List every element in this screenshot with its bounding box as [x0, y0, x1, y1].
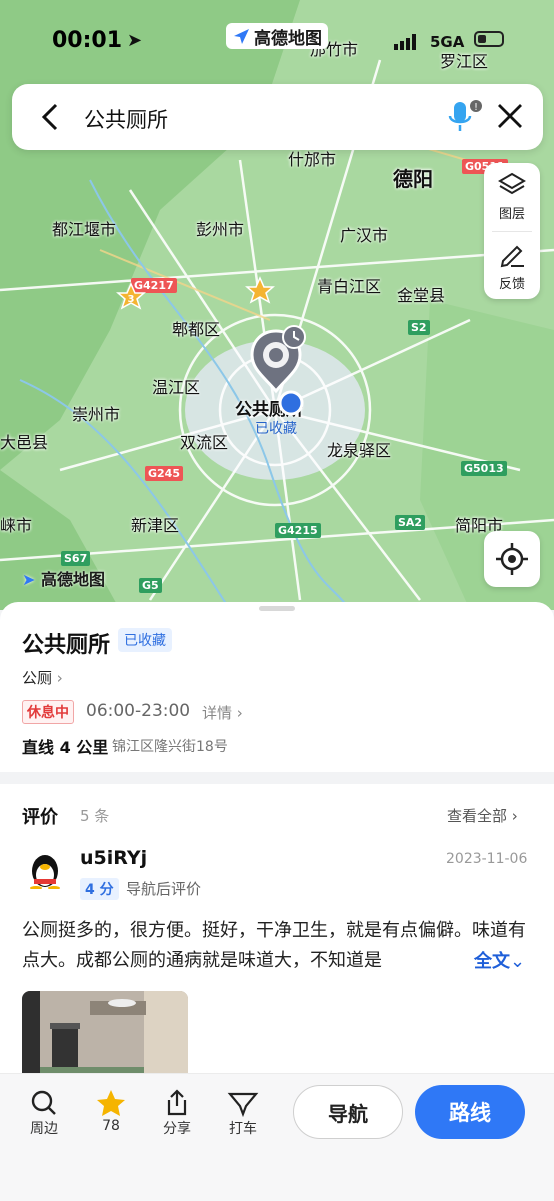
map-label: 温江区 — [152, 378, 201, 397]
road-badge: G5 — [139, 578, 162, 593]
poi-saved-label: 已收藏 — [255, 421, 297, 437]
signal-icon — [394, 34, 416, 50]
road-badge: S67 — [61, 551, 91, 566]
edit-feedback-icon — [500, 245, 524, 268]
review-text: 公厕挺多的，很方便。挺好，干净卫生，就是有点偏僻。味道有点大。成都公厕的通病就是… — [22, 920, 526, 971]
location-arrow-icon: ➤ — [127, 30, 143, 51]
distance: 直线 4 公里 — [22, 738, 109, 757]
sheet-drag-handle[interactable] — [259, 606, 295, 611]
place-title: 公共厕所 — [22, 633, 111, 658]
status-badge: 休息中 — [22, 700, 74, 724]
chevron-right-icon: › — [56, 669, 63, 687]
feedback-button[interactable]: 反馈 — [484, 241, 540, 292]
address[interactable]: 锦江区隆兴街18号 — [112, 736, 228, 756]
map-label: 彭州市 — [196, 220, 245, 239]
review-photo[interactable] — [22, 991, 188, 1081]
review-photo-image — [22, 991, 188, 1081]
share-tab[interactable]: 分享 — [155, 1088, 199, 1138]
map-label: 崃市 — [0, 516, 33, 535]
road-badge: SA2 — [395, 515, 426, 530]
reviews-count: 5 条 — [80, 807, 110, 825]
status-bar: 00:01 ➤ 高德地图 5GA — [0, 0, 554, 80]
nearby-tab[interactable]: 周边 — [22, 1088, 66, 1138]
search-query[interactable]: 公共厕所 — [84, 104, 168, 134]
avatar[interactable] — [26, 851, 64, 889]
amap-logo-icon — [234, 29, 249, 44]
road-badge: G245 — [145, 466, 183, 481]
taxi-tab[interactable]: 打车 — [221, 1088, 265, 1138]
chevron-right-icon: › — [236, 704, 243, 722]
poi-pin-icon[interactable] — [250, 325, 310, 395]
map-label: 广汉市 — [340, 226, 389, 245]
hours-details-link[interactable]: 详情 › — [202, 702, 243, 723]
map-label: 新津区 — [131, 516, 180, 535]
divider — [492, 231, 532, 232]
expand-review-link[interactable]: 全文⌄ — [474, 947, 526, 973]
star-icon — [97, 1090, 125, 1116]
map-label: 郫都区 — [172, 320, 221, 339]
map-side-controls: 图层 反馈 — [484, 163, 540, 299]
current-location-icon — [278, 390, 304, 416]
map-label: 都江堰市 — [52, 220, 117, 239]
crosshair-icon — [496, 543, 528, 575]
road-badge: G5013 — [461, 461, 507, 476]
rating-marker-icon[interactable]: 3 — [116, 282, 146, 310]
chevron-down-icon: ⌄ — [510, 951, 526, 972]
reviews-title: 评价 — [22, 807, 58, 828]
view-all-reviews-link[interactable]: 查看全部 › — [447, 805, 518, 826]
section-divider — [0, 772, 554, 784]
road-badge: G4215 — [275, 523, 321, 538]
svg-text:3: 3 — [128, 294, 135, 305]
place-category[interactable]: 公厕 › — [22, 667, 63, 688]
search-bar[interactable]: 公共厕所 ! — [12, 84, 543, 150]
app-badge[interactable]: 高德地图 — [226, 23, 328, 49]
reviewer-name[interactable]: u5iRYj — [80, 847, 147, 869]
layers-button[interactable]: 图层 — [484, 171, 540, 222]
close-icon[interactable] — [496, 102, 524, 130]
locate-me-button[interactable] — [484, 531, 540, 587]
review-score: 4 分 — [80, 878, 119, 900]
map-label: 双流区 — [180, 433, 229, 452]
review-type: 导航后评价 — [126, 880, 202, 898]
route-button[interactable]: 路线 — [415, 1085, 525, 1139]
review-date: 2023-11-06 — [446, 851, 528, 867]
map-label: 崇州市 — [72, 405, 121, 424]
share-icon — [167, 1089, 187, 1116]
network-label: 5GA — [430, 33, 465, 51]
saved-badge: 已收藏 — [118, 628, 172, 652]
favorite-tab[interactable]: 78 — [89, 1088, 133, 1134]
map-label: 大邑县 — [0, 433, 49, 452]
layers-icon — [498, 172, 526, 195]
map-label: 德阳 — [393, 167, 433, 191]
battery-icon — [474, 31, 504, 47]
svg-text:!: ! — [474, 102, 478, 113]
map-label: 金堂县 — [397, 286, 446, 305]
taxi-icon — [227, 1092, 259, 1118]
clock: 00:01 — [52, 28, 123, 53]
opening-hours: 06:00-23:00 — [86, 701, 191, 721]
star-marker-icon[interactable] — [245, 276, 275, 304]
search-icon — [31, 1090, 56, 1115]
chevron-right-icon: › — [511, 807, 518, 825]
navigate-button[interactable]: 导航 — [293, 1085, 403, 1139]
map-label: 青白江区 — [317, 277, 382, 296]
road-badge: S2 — [408, 320, 430, 335]
voice-search-icon[interactable]: ! — [446, 98, 484, 136]
back-icon[interactable] — [40, 102, 60, 132]
map-watermark: ➤ 高德地图 — [22, 570, 105, 589]
map-label: 龙泉驿区 — [327, 441, 392, 460]
